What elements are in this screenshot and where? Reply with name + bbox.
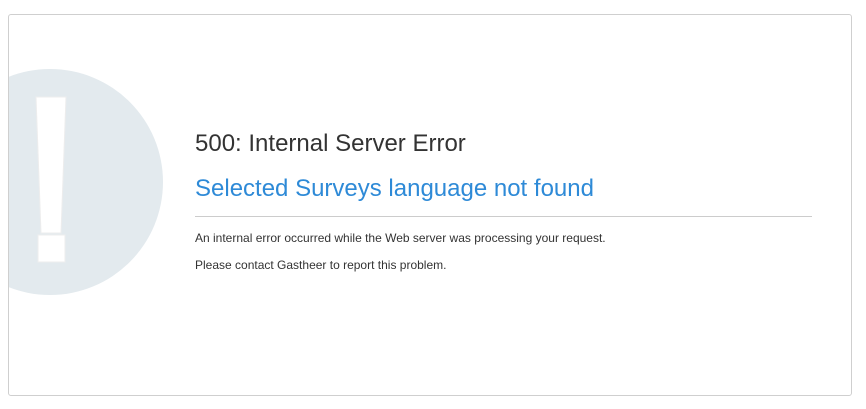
exclamation-circle-icon <box>9 69 163 295</box>
page: 500: Internal Server Error Selected Surv… <box>0 0 866 409</box>
error-panel: 500: Internal Server Error Selected Surv… <box>8 14 852 396</box>
error-code-heading: 500: Internal Server Error <box>195 130 466 157</box>
error-content: 500: Internal Server Error Selected Surv… <box>195 130 812 274</box>
error-message: An internal error occurred while the Web… <box>195 230 606 245</box>
divider <box>195 215 812 217</box>
error-title: Selected Surveys language not found <box>195 174 594 202</box>
contact-message: Please contact Gastheer to report this p… <box>195 258 447 273</box>
